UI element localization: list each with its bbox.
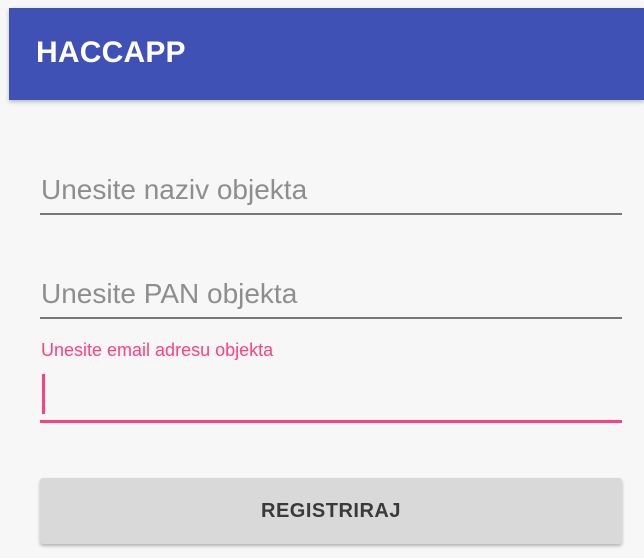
email-field[interactable]: Unesite email adresu objekta (40, 336, 622, 426)
register-button[interactable]: REGISTRIRAJ (40, 478, 622, 544)
app-bar: HACCAPP (9, 8, 644, 100)
email-input[interactable] (40, 366, 622, 418)
email-field-label: Unesite email adresu objekta (41, 340, 274, 360)
name-field-placeholder: Unesite naziv objekta (41, 174, 308, 205)
app-title: HACCAPP (36, 36, 186, 69)
text-cursor (42, 374, 45, 414)
pan-field-placeholder: Unesite PAN objekta (41, 278, 298, 309)
email-field-underline (40, 420, 622, 423)
name-field[interactable]: Unesite naziv objekta (40, 160, 622, 220)
pan-field-underline (40, 317, 622, 319)
pan-field[interactable]: Unesite PAN objekta (40, 268, 622, 328)
name-field-underline (40, 213, 622, 215)
